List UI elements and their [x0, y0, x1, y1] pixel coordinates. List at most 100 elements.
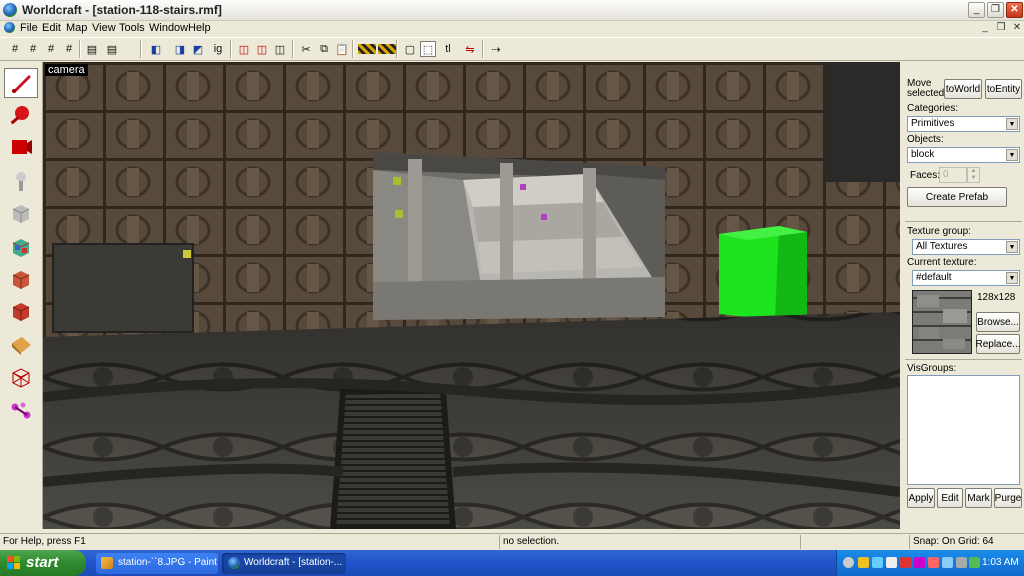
hide-selected-icon[interactable]: ◫: [236, 41, 252, 57]
tray-volume-icon[interactable]: [886, 557, 897, 568]
tray-security-icon[interactable]: [900, 557, 911, 568]
tray-app-icon[interactable]: [914, 557, 925, 568]
categories-select[interactable]: Primitives ▼: [907, 116, 1020, 132]
path-tool-icon[interactable]: [4, 396, 38, 426]
tray-shield-icon[interactable]: [858, 557, 869, 568]
paint-app-icon: [101, 557, 113, 569]
faces-label: Faces:: [910, 170, 941, 181]
to-entity-button[interactable]: toEntity: [985, 79, 1022, 99]
window-title: Worldcraft - [station-118-stairs.rmf]: [22, 3, 222, 17]
decal-tool-icon[interactable]: [4, 296, 38, 326]
flip-icon[interactable]: ⇋: [462, 41, 478, 57]
objects-label: Objects:: [907, 134, 944, 145]
clock[interactable]: 1:03 AM: [982, 557, 1019, 568]
tray-alert-icon[interactable]: [928, 557, 939, 568]
replace-button[interactable]: Replace...: [975, 334, 1021, 354]
apply-current-texture-tool-icon[interactable]: [4, 264, 38, 294]
texture-lock-icon[interactable]: [358, 44, 376, 54]
create-prefab-button[interactable]: Create Prefab: [907, 187, 1007, 207]
run-map-icon[interactable]: ⇢: [488, 41, 504, 57]
tray-arrow-icon[interactable]: [843, 557, 854, 568]
chevron-down-icon[interactable]: ▼: [1006, 241, 1018, 253]
copy-icon[interactable]: ⧉: [316, 41, 332, 57]
chevron-down-icon[interactable]: ▼: [1006, 149, 1018, 161]
texture-application-tool-icon[interactable]: [4, 232, 38, 262]
tray-monitor-icon[interactable]: [942, 557, 953, 568]
menu-file[interactable]: File: [20, 22, 38, 34]
vertex-manipulation-tool-icon[interactable]: [4, 362, 38, 392]
menu-view[interactable]: View: [92, 22, 116, 34]
current-texture-value: #default: [916, 272, 952, 283]
select-icon[interactable]: ⬚: [420, 41, 436, 57]
carve-icon[interactable]: ◧: [148, 41, 164, 57]
toolbar-separator: [292, 40, 294, 58]
selection-tool-icon[interactable]: [4, 68, 38, 98]
menu-tools[interactable]: Tools: [119, 22, 145, 34]
faces-field[interactable]: 0: [939, 167, 967, 183]
categories-value: Primitives: [911, 118, 955, 129]
clipping-tool-icon[interactable]: [4, 330, 38, 360]
camera-tool-icon[interactable]: [4, 132, 38, 162]
block-tool-icon[interactable]: [4, 198, 38, 228]
grid-smaller-icon[interactable]: #: [43, 41, 59, 57]
tray-update-icon[interactable]: [969, 557, 980, 568]
magnify-tool-icon[interactable]: [4, 100, 38, 130]
to-world-button[interactable]: toWorld: [944, 79, 982, 99]
ungroup-icon[interactable]: ◩: [190, 41, 206, 57]
grid-larger-icon[interactable]: #: [61, 41, 77, 57]
toolbar-separator: [230, 40, 232, 58]
tray-device-icon[interactable]: [956, 557, 967, 568]
taskbar-item-paint[interactable]: station-``8.JPG - Paint: [96, 553, 218, 574]
close-button[interactable]: ✕: [1006, 2, 1023, 18]
texture-group-select[interactable]: All Textures ▼: [912, 239, 1020, 255]
texture-group-label: Texture group:: [907, 226, 971, 237]
faces-spinner[interactable]: ▲ ▼: [967, 167, 980, 183]
tray-network-icon[interactable]: [872, 557, 883, 568]
objects-select[interactable]: block ▼: [907, 147, 1020, 163]
browse-button[interactable]: Browse...: [976, 312, 1020, 332]
panel-divider: [905, 359, 1022, 360]
paste-icon[interactable]: 📋: [334, 41, 350, 57]
maximize-button[interactable]: ❐: [987, 2, 1004, 18]
chevron-down-icon[interactable]: ▼: [1006, 118, 1018, 130]
move-selected-line2: selected:: [907, 88, 948, 99]
mdi-minimize-button[interactable]: _: [978, 22, 992, 34]
entity-tool-icon[interactable]: [4, 166, 38, 196]
show-all-icon[interactable]: ◫: [272, 41, 288, 57]
edit-button[interactable]: Edit: [937, 488, 963, 508]
viewport-label[interactable]: camera: [45, 64, 88, 76]
document-icon[interactable]: [4, 22, 15, 33]
view-2d-alt-icon[interactable]: ▤: [104, 41, 120, 57]
group-icon[interactable]: ◨: [172, 41, 188, 57]
visgroups-list[interactable]: [907, 375, 1020, 485]
taskbar-item-worldcraft[interactable]: Worldcraft - [station-...: [222, 553, 346, 574]
ignore-grouping-toggle[interactable]: ig: [210, 41, 226, 57]
view-2d-icon[interactable]: ▤: [84, 41, 100, 57]
menu-help[interactable]: Help: [188, 22, 211, 34]
texture-scale-lock-icon[interactable]: [378, 44, 396, 54]
transform-toggle[interactable]: tl: [440, 41, 456, 57]
menu-window[interactable]: Window: [149, 22, 188, 34]
apply-button[interactable]: Apply: [907, 488, 935, 508]
status-empty: [800, 535, 908, 549]
3d-camera-viewport[interactable]: camera: [43, 62, 900, 529]
current-texture-select[interactable]: #default ▼: [912, 270, 1020, 286]
toolbar-separator: [352, 40, 354, 58]
hide-unselected-icon[interactable]: ◫: [254, 41, 270, 57]
worldcraft-app-icon[interactable]: [3, 3, 17, 17]
menu-map[interactable]: Map: [66, 22, 87, 34]
mark-button[interactable]: Mark: [965, 488, 992, 508]
mdi-close-button[interactable]: ✕: [1010, 22, 1024, 34]
visgroups-label: VisGroups:: [907, 363, 957, 374]
purge-button[interactable]: Purge: [994, 488, 1022, 508]
texture-preview[interactable]: [912, 290, 972, 354]
grid-3d-icon[interactable]: #: [25, 41, 41, 57]
cut-icon[interactable]: ✂: [298, 41, 314, 57]
toolbar-separator: [396, 40, 398, 58]
mdi-restore-button[interactable]: ❐: [994, 22, 1008, 34]
menu-edit[interactable]: Edit: [42, 22, 61, 34]
grid-toggle-icon[interactable]: #: [7, 41, 23, 57]
toggle-bounding-box-icon[interactable]: ▢: [402, 41, 418, 57]
minimize-button[interactable]: _: [968, 2, 985, 18]
chevron-down-icon[interactable]: ▼: [1006, 272, 1018, 284]
